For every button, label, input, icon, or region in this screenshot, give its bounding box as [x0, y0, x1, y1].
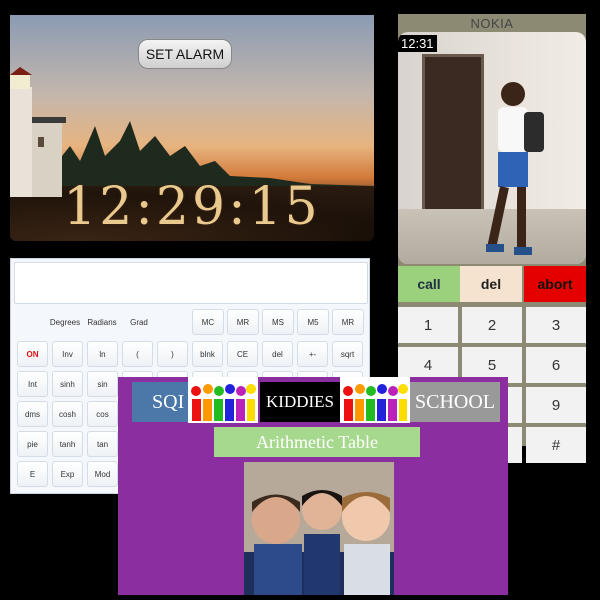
calc-mode-key[interactable]: MR: [227, 309, 259, 335]
calc-key[interactable]: del: [262, 341, 293, 367]
phone-wallpaper: 12:31: [398, 32, 586, 264]
crayons-left-image: [188, 377, 258, 423]
calc-key[interactable]: cosh: [52, 401, 83, 427]
calc-mode-key[interactable]: Grad: [122, 309, 156, 335]
calc-key[interactable]: Int: [17, 371, 48, 397]
calc-key[interactable]: dms: [17, 401, 48, 427]
alarm-clock-window: SET ALARM 12:29:15: [10, 15, 374, 241]
abort-button[interactable]: abort: [524, 266, 586, 302]
calc-key[interactable]: ON: [17, 341, 48, 367]
calc-key[interactable]: (: [122, 341, 153, 367]
children-photo: [244, 462, 394, 595]
calc-key[interactable]: ln: [87, 341, 118, 367]
arithmetic-table-button[interactable]: Arithmetic Table: [214, 427, 420, 457]
calc-mode-key[interactable]: MS: [262, 309, 294, 335]
phone-action-bar: call del abort: [398, 266, 586, 302]
title-sqi: SQI: [132, 382, 192, 422]
person-photo: [486, 82, 544, 255]
calc-mode-key[interactable]: Degrees: [48, 309, 82, 335]
delete-button[interactable]: del: [460, 266, 522, 302]
calc-key[interactable]: Inv: [52, 341, 83, 367]
calc-key[interactable]: Mod: [87, 461, 118, 487]
calc-key[interactable]: CE: [227, 341, 258, 367]
calc-mode-key[interactable]: M5: [297, 309, 329, 335]
set-alarm-button[interactable]: SET ALARM: [138, 39, 232, 69]
key-6[interactable]: 6: [526, 347, 586, 383]
key-9[interactable]: 9: [526, 387, 586, 423]
key-2[interactable]: 2: [462, 307, 522, 343]
calc-key[interactable]: tan: [87, 431, 118, 457]
calc-key[interactable]: cos: [87, 401, 118, 427]
title-school: SCHOOL: [410, 382, 500, 422]
calc-key[interactable]: +-: [297, 341, 328, 367]
crayons-right-image: [340, 377, 410, 423]
calc-key[interactable]: Exp: [52, 461, 83, 487]
call-button[interactable]: call: [398, 266, 460, 302]
calc-key[interactable]: tanh: [52, 431, 83, 457]
calc-key[interactable]: sinh: [52, 371, 83, 397]
calc-key[interactable]: E: [17, 461, 48, 487]
calc-mode-key[interactable]: MR: [332, 309, 364, 335]
calc-mode-key[interactable]: MC: [192, 309, 224, 335]
phone-brand-label: NOKIA: [470, 16, 514, 31]
key-hash[interactable]: #: [526, 427, 586, 463]
school-slide: SQI KIDDIES SCHOOL Arithmetic Table: [118, 377, 508, 595]
key-3[interactable]: 3: [526, 307, 586, 343]
calc-key[interactable]: sin: [87, 371, 118, 397]
calc-key[interactable]: ): [157, 341, 188, 367]
calc-key[interactable]: sqrt: [332, 341, 363, 367]
phone-status-time: 12:31: [398, 35, 437, 52]
title-kiddies: KIDDIES: [260, 382, 340, 422]
key-1[interactable]: 1: [398, 307, 458, 343]
calc-key[interactable]: pie: [17, 431, 48, 457]
clock-time-display: 12:29:15: [63, 177, 321, 237]
calc-key[interactable]: blnk: [192, 341, 223, 367]
calc-mode-key[interactable]: Radians: [85, 309, 119, 335]
calculator-display[interactable]: [14, 262, 368, 304]
